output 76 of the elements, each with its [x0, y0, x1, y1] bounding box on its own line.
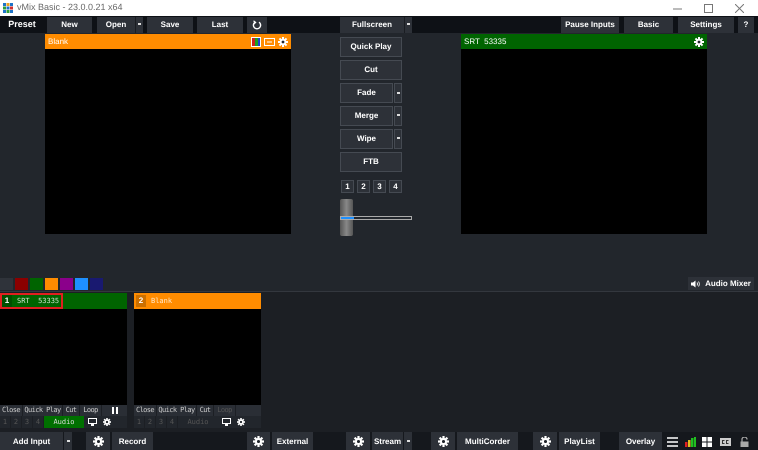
app-logo-icon: [3, 3, 13, 13]
monitor-icon[interactable]: [222, 418, 231, 426]
color-bars-icon[interactable]: [251, 36, 261, 46]
bottom-bar-button[interactable]: External: [272, 432, 313, 450]
settings-icon: [92, 436, 104, 447]
settings-icon: [694, 36, 704, 46]
transition-button[interactable]: Wipe: [340, 128, 393, 149]
transition-number-button[interactable]: 3: [373, 180, 386, 193]
bottom-bar-button[interactable]: Overlay: [619, 432, 662, 450]
transition-dropdown[interactable]: [394, 106, 402, 126]
level-meters-icon[interactable]: [684, 436, 696, 446]
settings-button[interactable]: [86, 432, 110, 450]
preset-label: Preset: [7, 18, 37, 31]
audio-mixer-button[interactable]: Audio Mixer: [688, 277, 754, 290]
caret-icon: [406, 440, 410, 443]
close-icon[interactable]: [735, 4, 744, 12]
input-number: 1: [2, 295, 12, 307]
settings-button[interactable]: [533, 432, 557, 450]
window-title: vMix Basic - 23.0.0.21 x64: [17, 1, 123, 14]
transition-button[interactable]: Merge: [340, 106, 393, 126]
settings-icon: [540, 436, 550, 447]
dropdown-button[interactable]: Fullscreen: [340, 16, 412, 32]
caret-icon: [66, 440, 70, 443]
panel-title: SRT 53335: [464, 36, 508, 48]
settings-icon: [253, 436, 264, 447]
transition-button[interactable]: Quick Play: [340, 37, 402, 58]
color-tag-swatch[interactable]: [45, 278, 58, 290]
refresh-icon: [252, 20, 262, 30]
color-tag-swatch[interactable]: [15, 278, 28, 290]
bottom-bar-button[interactable]: Record: [112, 432, 153, 450]
lock-icon[interactable]: [740, 436, 748, 446]
settings-button[interactable]: [247, 432, 270, 450]
caret-icon: [396, 114, 400, 118]
input-number: 2: [136, 295, 146, 307]
toolbar-button[interactable]: ?: [738, 16, 754, 32]
transition-dropdown[interactable]: [394, 128, 402, 149]
caret-icon: [138, 23, 141, 26]
toolbar-button[interactable]: Save: [147, 16, 193, 32]
toolbar-button[interactable]: Pause Inputs: [561, 16, 619, 32]
bottom-bar-button[interactable]: MultiCorder: [457, 432, 518, 450]
monitor-icon[interactable]: [88, 418, 97, 426]
transition-dropdown[interactable]: [394, 83, 402, 103]
transition-number-button[interactable]: 1: [341, 180, 354, 193]
refresh-button[interactable]: [247, 16, 267, 32]
dropdown-button[interactable]: Add Input: [0, 432, 72, 450]
toolbar-button[interactable]: New: [47, 16, 92, 32]
color-tag-swatch[interactable]: [60, 278, 73, 290]
bottom-bar-button[interactable]: PlayList: [559, 432, 600, 450]
dropdown-button[interactable]: Stream: [372, 432, 412, 450]
maximize-icon[interactable]: [704, 4, 713, 12]
settings-icon: [438, 436, 448, 447]
settings-button[interactable]: [431, 432, 455, 450]
settings-icon: [278, 36, 288, 46]
transition-button[interactable]: Fade: [340, 83, 393, 103]
caption-icon[interactable]: [720, 438, 730, 446]
transition-button[interactable]: Cut: [340, 60, 402, 80]
color-tag-swatch[interactable]: [75, 278, 88, 290]
transition-button[interactable]: FTB: [340, 152, 402, 172]
caret-icon: [396, 137, 400, 140]
toolbar-button[interactable]: Basic: [624, 16, 673, 32]
transition-number-button[interactable]: 4: [389, 180, 402, 193]
pause-icon[interactable]: [112, 407, 118, 414]
caret-icon: [407, 23, 410, 26]
dropdown-button[interactable]: Open: [97, 16, 143, 32]
speaker-icon: [691, 280, 702, 288]
caret-icon: [396, 92, 400, 95]
toolbar-button[interactable]: Settings: [678, 16, 734, 32]
settings-button[interactable]: [346, 432, 370, 450]
panel-title: Blank: [48, 36, 70, 48]
color-tag-swatch[interactable]: [30, 278, 43, 290]
color-tag-swatch[interactable]: [90, 278, 103, 290]
transition-number-button[interactable]: 2: [357, 180, 370, 193]
settings-icon: [352, 436, 364, 447]
grid-icon[interactable]: [702, 436, 712, 446]
menu-icon[interactable]: [666, 436, 678, 446]
toolbar-button[interactable]: Last: [197, 16, 243, 32]
